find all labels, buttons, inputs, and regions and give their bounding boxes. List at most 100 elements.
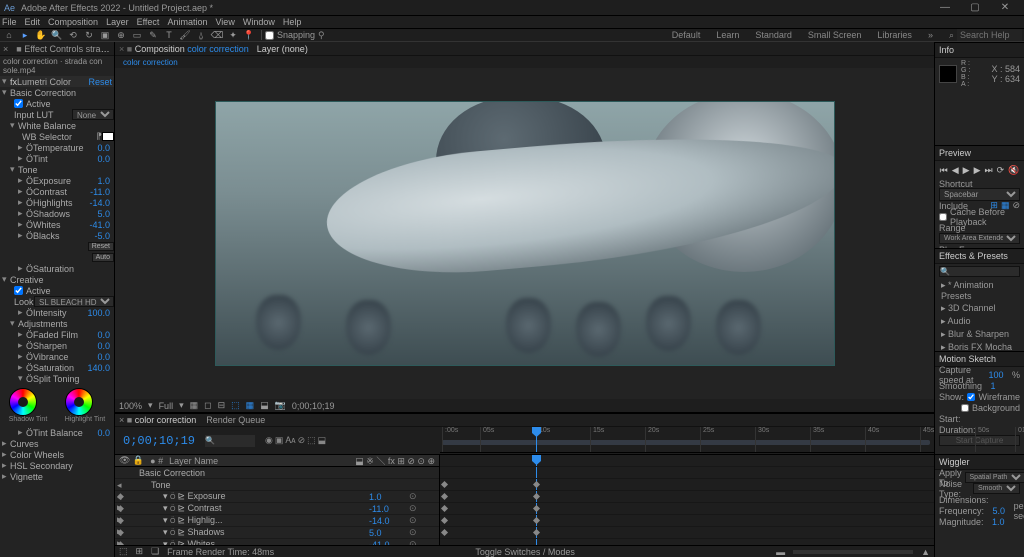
search-input[interactable] [957, 29, 1022, 41]
exposure-value[interactable]: 1.0 [97, 176, 110, 186]
source-name-header[interactable]: Layer Name [169, 456, 349, 466]
first-frame-icon[interactable]: ⏮ [940, 165, 948, 176]
tint-value[interactable]: 0.0 [97, 154, 110, 164]
temperature-value[interactable]: 0.0 [97, 143, 110, 153]
orbit-tool-icon[interactable]: ⟲ [66, 29, 80, 41]
highlights-value[interactable]: -14.0 [89, 198, 110, 208]
work-area-bar[interactable] [442, 440, 930, 445]
tl-tool-3-icon[interactable]: 🗛 [285, 435, 295, 446]
toggle-switches-modes[interactable]: Toggle Switches / Modes [475, 547, 575, 557]
timeline-value[interactable]: -14.0 [369, 516, 409, 526]
frequency-value[interactable]: 5.0 [993, 506, 1006, 516]
shape-tool-icon[interactable]: ▭ [130, 29, 144, 41]
keyframe-diamond[interactable] [533, 505, 540, 512]
zoom-dropdown[interactable]: 100% [119, 401, 142, 411]
effects-preset-item[interactable]: ▸ * Animation Presets [939, 279, 1020, 302]
intensity-value[interactable]: 100.0 [87, 308, 110, 318]
range-select[interactable]: Work Area Extended By Current… [939, 233, 1020, 244]
render-queue-tab[interactable]: Render Queue [206, 415, 265, 425]
highlight-tint-wheel[interactable] [65, 388, 93, 416]
info-panel-header[interactable]: Info [935, 42, 1024, 58]
tl-footer-icon-3[interactable]: ❏ [151, 546, 159, 557]
prev-frame-icon[interactable]: ◀ [952, 165, 959, 176]
timeline-zoom-slider[interactable] [793, 550, 913, 554]
creative-active-checkbox[interactable] [14, 286, 23, 295]
sharpen-value[interactable]: 0.0 [97, 341, 110, 351]
timeline-track[interactable] [440, 527, 934, 539]
resolution-dropdown[interactable]: Full [159, 401, 174, 411]
brush-tool-icon[interactable]: 🖌 [178, 29, 192, 41]
menu-file[interactable]: File [2, 17, 17, 27]
reset-link[interactable]: Reset [88, 77, 112, 87]
timeline-value[interactable]: 5.0 [369, 528, 409, 538]
timeline-value[interactable]: 1.0 [369, 492, 409, 502]
hand-tool-icon[interactable]: ✋ [34, 29, 48, 41]
roto-tool-icon[interactable]: ✦ [226, 29, 240, 41]
menu-edit[interactable]: Edit [25, 17, 41, 27]
magnitude-value[interactable]: 1.0 [992, 517, 1005, 527]
toggle-alpha-icon[interactable]: ⊟ [218, 400, 226, 411]
vignette-section[interactable]: Vignette [10, 472, 43, 482]
hsl-secondary-section[interactable]: HSL Secondary [10, 461, 73, 471]
tint-balance-value[interactable]: 0.0 [97, 428, 110, 438]
keyframe-diamond[interactable] [441, 517, 448, 524]
wireframe-checkbox[interactable] [967, 393, 975, 401]
tone-reset-button[interactable]: Reset [88, 242, 114, 251]
eraser-tool-icon[interactable]: ⌫ [210, 29, 224, 41]
noisetype-select[interactable]: Smooth [973, 483, 1020, 494]
effects-preset-item[interactable]: ▸ 3D Channel [939, 302, 1020, 315]
tl-tool-4-icon[interactable]: ⊘ [298, 435, 306, 446]
background-checkbox[interactable] [961, 404, 969, 412]
minimize-button[interactable]: — [930, 2, 960, 13]
timeline-row[interactable]: Basic Correction [115, 467, 439, 479]
timeline-comp-tab[interactable]: color correction [135, 415, 197, 425]
zoom-slider-out-icon[interactable]: ▬ [776, 547, 785, 557]
pan-behind-tool-icon[interactable]: ⊕ [114, 29, 128, 41]
menu-layer[interactable]: Layer [106, 17, 129, 27]
creative-section[interactable]: Creative [10, 275, 44, 285]
region-icon[interactable]: ⬚ [231, 400, 240, 411]
current-time[interactable]: 0;00;10;19 [292, 401, 335, 411]
transparency-icon[interactable]: ▦ [246, 400, 255, 411]
timeline-track[interactable] [440, 455, 934, 467]
cache-before-checkbox[interactable] [939, 213, 947, 221]
3d-icon[interactable]: ⬓ [260, 400, 269, 411]
puppet-tool-icon[interactable]: 📍 [242, 29, 256, 41]
timeline-track[interactable] [440, 479, 934, 491]
layer-none-tab[interactable]: Layer (none) [257, 44, 308, 54]
timeline-row[interactable]: ◂ ◆ ▸▾ Ö⊵ Highlig...-14.0⊙ [115, 515, 439, 527]
workspace-more-icon[interactable]: » [928, 30, 933, 40]
effect-controls-tab[interactable]: ■ Effect Controls strada con sole.mp4 [16, 44, 111, 54]
menu-view[interactable]: View [215, 17, 234, 27]
home-icon[interactable]: ⌂ [2, 29, 16, 41]
effects-presets-header[interactable]: Effects & Presets [935, 248, 1024, 264]
curves-section[interactable]: Curves [10, 439, 39, 449]
timeline-track[interactable] [440, 503, 934, 515]
menu-window[interactable]: Window [243, 17, 275, 27]
timeline-row[interactable]: Tone [115, 479, 439, 491]
workspace-default[interactable]: Default [672, 30, 701, 40]
timeline-value[interactable]: -11.0 [369, 504, 409, 514]
twirl-icon[interactable]: ▾ [2, 76, 10, 87]
zoom-tool-icon[interactable]: 🔍 [50, 29, 64, 41]
mute-icon[interactable]: 🔇 [1008, 165, 1019, 176]
shadows-value[interactable]: 5.0 [97, 209, 110, 219]
fadedfilm-value[interactable]: 0.0 [97, 330, 110, 340]
timeline-row[interactable]: ◂ ◆ ▸▾ Ö⊵ Shadows5.0⊙ [115, 527, 439, 539]
type-tool-icon[interactable]: T [162, 29, 176, 41]
workspace-learn[interactable]: Learn [716, 30, 739, 40]
tl-footer-icon-2[interactable]: ⊞ [136, 546, 144, 557]
tl-tool-5-icon[interactable]: ⬚ [307, 435, 316, 446]
tone-auto-button[interactable]: Auto [92, 253, 114, 262]
creative-saturation-value[interactable]: 140.0 [87, 363, 110, 373]
keyframe-diamond[interactable] [533, 529, 540, 536]
timeline-track[interactable] [440, 515, 934, 527]
capture-speed-value[interactable]: 100 [988, 370, 1003, 380]
snapping-toggle[interactable]: Snapping ⚲ [265, 30, 325, 41]
snapshot-icon[interactable]: 📷 [275, 400, 286, 411]
bc-active-checkbox[interactable] [14, 99, 23, 108]
close-button[interactable]: ✕ [990, 2, 1020, 13]
applyto-select[interactable]: Spatial Path [965, 472, 1024, 483]
workspace-libraries[interactable]: Libraries [877, 30, 912, 40]
timeline-row[interactable]: ◂ ◆ ▸▾ Ö⊵ Exposure1.0⊙ [115, 491, 439, 503]
